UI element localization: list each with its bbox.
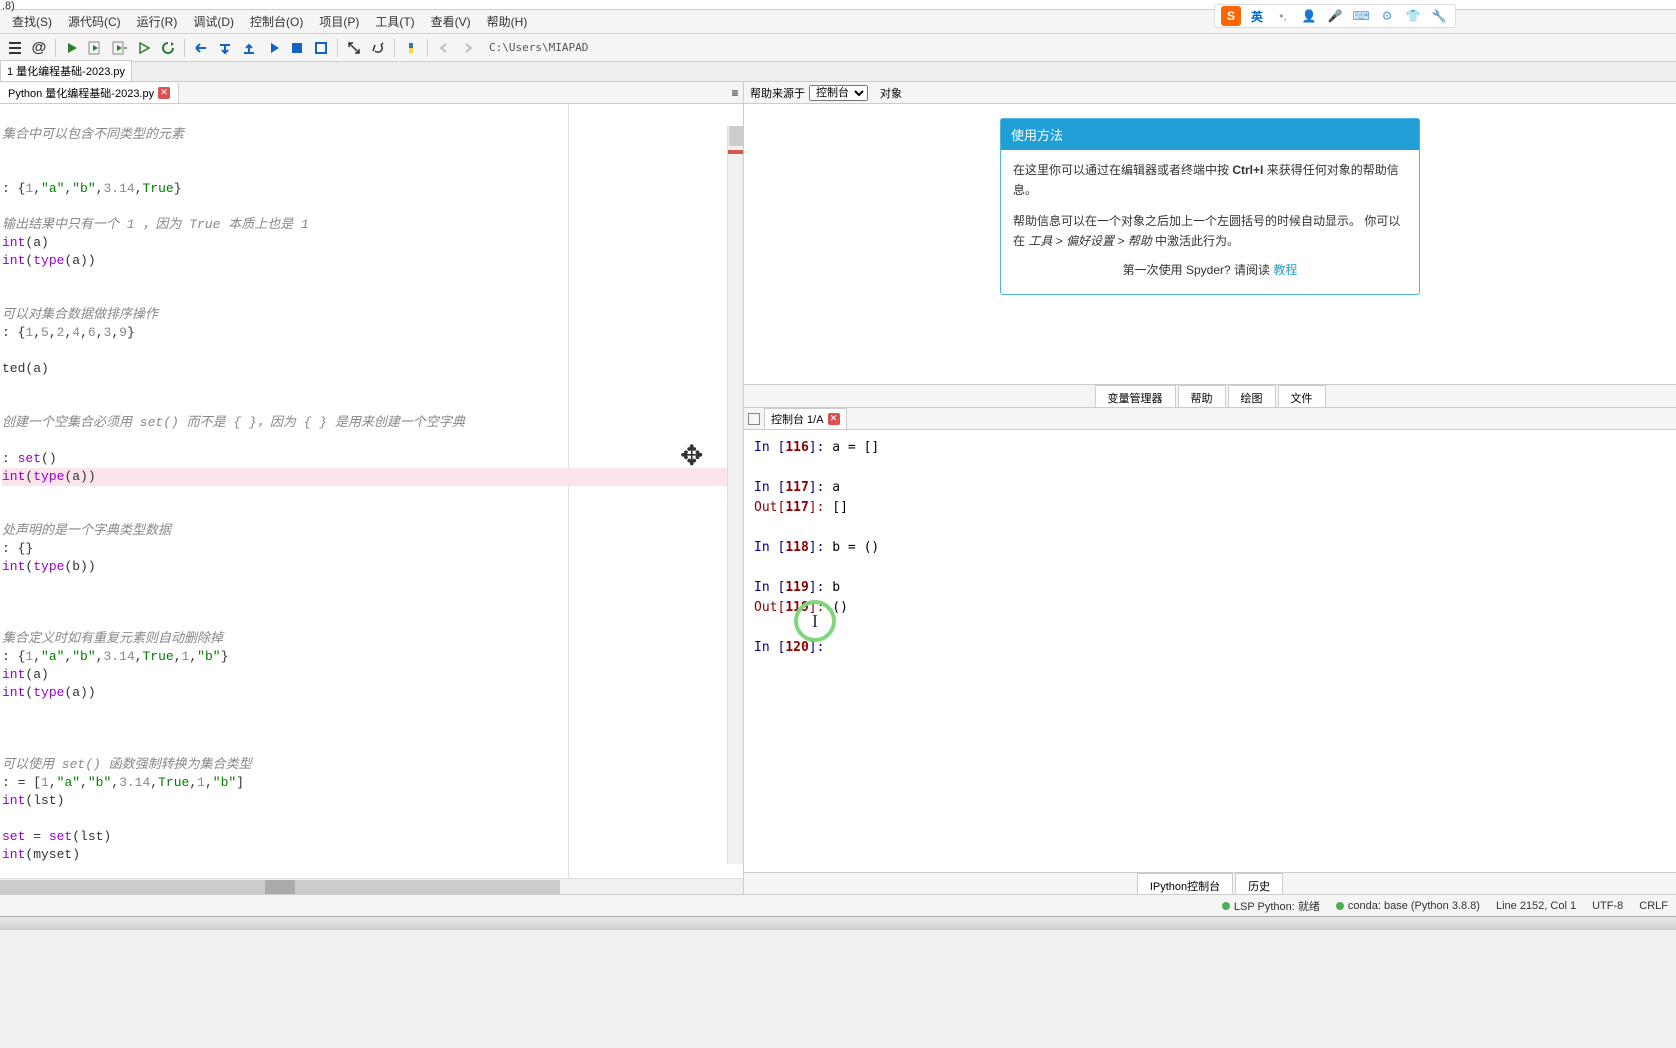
- help-object-label: 对象: [880, 85, 902, 101]
- ime-keyboard-icon[interactable]: ⌨: [1351, 6, 1371, 26]
- ime-toolbar[interactable]: S 英 •, 👤 🎤 ⌨ ⚙ 👕 🔧: [1214, 4, 1456, 28]
- tab-files[interactable]: 文件: [1278, 385, 1326, 407]
- console-tabs: 控制台 1/A ✕: [744, 408, 1676, 430]
- console-bottom-tabs: IPython控制台 历史: [744, 872, 1676, 894]
- forward-icon[interactable]: [457, 37, 479, 59]
- working-dir: C:\Users\MIAPAD: [489, 41, 588, 54]
- help-header: 帮助来源于 控制台 对象: [744, 82, 1676, 104]
- ime-settings-icon[interactable]: ⚙: [1377, 6, 1397, 26]
- ime-toolbox-icon[interactable]: 🔧: [1429, 6, 1449, 26]
- status-eol: CRLF: [1639, 900, 1668, 912]
- menu-run[interactable]: 运行(R): [129, 10, 186, 33]
- main-area: Python 量化编程基础-2023.py ✕ ≡ 集合中可以包含不同类型的元素…: [0, 82, 1676, 894]
- scroll-error-marker: [728, 150, 743, 154]
- help-body: 使用方法 在这里你可以通过在编辑器或者终端中按 Ctrl+I 来获得任何对象的帮…: [744, 104, 1676, 384]
- run-selection-icon[interactable]: [133, 37, 155, 59]
- preferences-icon[interactable]: [367, 37, 389, 59]
- cursor-highlight-ring: [794, 600, 836, 642]
- tab-help[interactable]: 帮助: [1178, 385, 1226, 407]
- debug-stop-icon[interactable]: [286, 37, 308, 59]
- main-toolbar: @ C:\Users\MIAPAD: [0, 34, 1676, 62]
- help-footer: 第一次使用 Spyder? 请阅读 教程: [1013, 252, 1407, 284]
- file-tab-top[interactable]: 1 量化编程基础-2023.py: [0, 60, 132, 81]
- help-source-label: 帮助来源于: [750, 85, 805, 101]
- python-path-icon[interactable]: [400, 37, 422, 59]
- menu-source[interactable]: 源代码(C): [60, 10, 129, 33]
- debug-file-icon[interactable]: [310, 37, 332, 59]
- run-cell-advance-icon[interactable]: [109, 37, 131, 59]
- sogou-icon[interactable]: S: [1221, 6, 1241, 26]
- scroll-thumb-grip[interactable]: [265, 880, 295, 894]
- menu-help[interactable]: 帮助(H): [479, 10, 536, 33]
- conda-status-dot: [1336, 902, 1344, 910]
- editor-tabs: Python 量化编程基础-2023.py ✕ ≡: [0, 82, 743, 104]
- code-area[interactable]: 集合中可以包含不同类型的元素 : {1,"a","b",3.14,True} 输…: [0, 104, 743, 878]
- run-cell-icon[interactable]: [85, 37, 107, 59]
- ime-mic-icon[interactable]: 🎤: [1325, 6, 1345, 26]
- ime-lang[interactable]: 英: [1247, 6, 1267, 26]
- editor-pane: Python 量化编程基础-2023.py ✕ ≡ 集合中可以包含不同类型的元素…: [0, 82, 743, 894]
- ime-punct-icon[interactable]: •,: [1273, 6, 1293, 26]
- tab-variable-explorer[interactable]: 变量管理器: [1095, 385, 1176, 407]
- help-card-body: 在这里你可以通过在编辑器或者终端中按 Ctrl+I 来获得任何对象的帮助信息。 …: [1001, 150, 1419, 294]
- horizontal-scrollbar[interactable]: [0, 878, 743, 894]
- file-tab-bar-top: 1 量化编程基础-2023.py: [0, 62, 1676, 82]
- maximize-icon[interactable]: [343, 37, 365, 59]
- help-pane-tabs: 变量管理器 帮助 绘图 文件: [744, 384, 1676, 408]
- console-tab[interactable]: 控制台 1/A ✕: [764, 408, 847, 430]
- vertical-scrollbar[interactable]: [727, 126, 743, 864]
- right-pane: 帮助来源于 控制台 对象 使用方法 在这里你可以通过在编辑器或者终端中按 Ctr…: [743, 82, 1676, 894]
- status-encoding: UTF-8: [1592, 900, 1623, 912]
- tutorial-link[interactable]: 教程: [1273, 263, 1297, 277]
- close-icon[interactable]: ✕: [158, 87, 170, 99]
- help-source-select[interactable]: 控制台: [809, 85, 868, 101]
- outline-icon[interactable]: [4, 37, 26, 59]
- help-card: 使用方法 在这里你可以通过在编辑器或者终端中按 Ctrl+I 来获得任何对象的帮…: [1000, 118, 1420, 295]
- status-conda[interactable]: conda: base (Python 3.8.8): [1336, 900, 1480, 912]
- menu-console[interactable]: 控制台(O): [242, 10, 311, 33]
- debug-step-over-icon[interactable]: [190, 37, 212, 59]
- close-icon[interactable]: ✕: [828, 413, 840, 425]
- rerun-icon[interactable]: [157, 37, 179, 59]
- run-file-icon[interactable]: [61, 37, 83, 59]
- menu-view[interactable]: 查看(V): [423, 10, 479, 33]
- debug-continue-icon[interactable]: [262, 37, 284, 59]
- lsp-status-dot: [1222, 902, 1230, 910]
- at-icon[interactable]: @: [28, 37, 50, 59]
- editor-body[interactable]: 集合中可以包含不同类型的元素 : {1,"a","b",3.14,True} 输…: [0, 104, 743, 878]
- status-position: Line 2152, Col 1: [1496, 900, 1576, 912]
- ime-skin-icon[interactable]: 👕: [1403, 6, 1423, 26]
- help-card-title: 使用方法: [1001, 119, 1419, 150]
- back-icon[interactable]: [433, 37, 455, 59]
- console-stop-icon[interactable]: [748, 413, 760, 425]
- debug-step-out-icon[interactable]: [238, 37, 260, 59]
- editor-tab-active[interactable]: Python 量化编程基础-2023.py ✕: [0, 83, 179, 103]
- tab-plots[interactable]: 绘图: [1228, 385, 1276, 407]
- status-bar: LSP Python: 就绪 conda: base (Python 3.8.8…: [0, 894, 1676, 916]
- debug-step-into-icon[interactable]: [214, 37, 236, 59]
- editor-options-icon[interactable]: ≡: [727, 85, 743, 101]
- console-body[interactable]: In [116]: a = [] In [117]: aOut[117]: []…: [744, 430, 1676, 872]
- menu-tools[interactable]: 工具(T): [367, 10, 422, 33]
- scroll-thumb-v[interactable]: [729, 126, 743, 146]
- status-lsp: LSP Python: 就绪: [1222, 898, 1320, 914]
- tab-ipython-console[interactable]: IPython控制台: [1137, 873, 1233, 894]
- os-taskbar[interactable]: [0, 916, 1676, 930]
- tab-filename: Python 量化编程基础-2023.py: [8, 85, 154, 101]
- console-pane: 控制台 1/A ✕ In [116]: a = [] In [117]: aOu…: [744, 408, 1676, 894]
- ime-user-icon[interactable]: 👤: [1299, 6, 1319, 26]
- tab-history[interactable]: 历史: [1235, 873, 1283, 894]
- menu-find[interactable]: 查找(S): [4, 10, 60, 33]
- menu-project[interactable]: 项目(P): [311, 10, 367, 33]
- menu-debug[interactable]: 调试(D): [185, 10, 242, 33]
